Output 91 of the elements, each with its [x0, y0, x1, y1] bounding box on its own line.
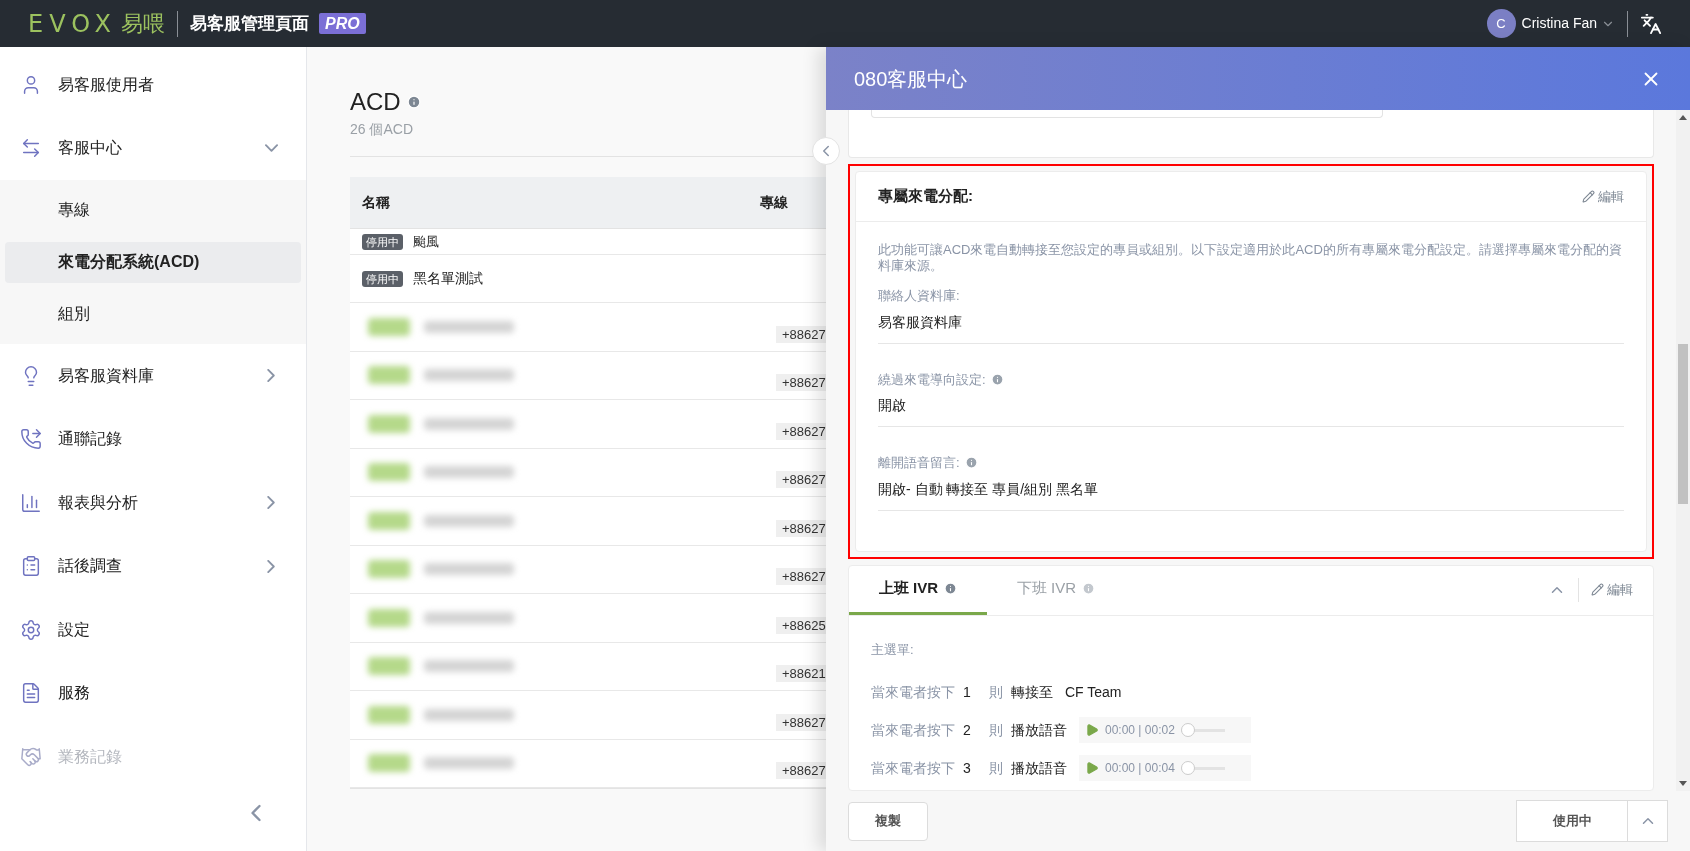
- info-icon[interactable]: [990, 372, 1004, 386]
- then-label: 則: [989, 758, 1004, 778]
- scrollbar-thumb[interactable]: [1678, 344, 1688, 504]
- blurred-status-tag: [368, 754, 410, 773]
- table-cell-text: 黑名單測試: [413, 269, 483, 288]
- key-number: 3: [963, 758, 972, 778]
- scroll-down-icon[interactable]: [1679, 781, 1687, 786]
- edit-button[interactable]: 編輯: [1591, 579, 1633, 600]
- audio-time: 00:00 | 00:04: [1105, 760, 1175, 777]
- then-label: 則: [989, 720, 1004, 740]
- blurred-status-tag: [368, 317, 410, 336]
- chevron-right-icon: [267, 369, 275, 383]
- sidebar-subitem[interactable]: 來電分配系統(ACD): [5, 241, 301, 283]
- page-title: ACD: [350, 87, 401, 117]
- status-tag: 停用中: [362, 233, 403, 250]
- condition-label: 當來電者按下: [871, 720, 956, 740]
- ivr-tab[interactable]: 上班 IVR: [849, 564, 987, 615]
- pro-badge: PRO: [318, 13, 366, 34]
- language-icon[interactable]: [1640, 12, 1662, 35]
- play-icon[interactable]: [1085, 761, 1099, 775]
- column-header: 專線: [760, 193, 788, 212]
- condition-label: 當來電者按下: [871, 682, 956, 702]
- chevron-right-icon: [267, 496, 275, 510]
- transfer-target: CF Team: [1065, 682, 1122, 702]
- sidebar-item[interactable]: 報表與分析: [0, 471, 306, 535]
- sidebar-item[interactable]: 通聯記錄: [0, 407, 306, 471]
- sidebar-subitem[interactable]: 組別: [5, 293, 301, 335]
- blurred-status-tag: [368, 511, 410, 530]
- blurred-status-tag: [368, 608, 410, 627]
- field-value: 開啟: [878, 396, 907, 415]
- phone-icon: [20, 428, 42, 451]
- scroll-up-icon[interactable]: [1679, 115, 1687, 120]
- blurred-status-tag: [368, 657, 410, 676]
- field-value: 開啟- 自動 轉接至 專員/組別 黑名單: [878, 479, 1100, 499]
- info-icon[interactable]: [964, 456, 978, 470]
- chevron-down-icon: [265, 144, 278, 153]
- action-label: 播放語音: [1011, 758, 1067, 778]
- clipboard-icon: [20, 555, 42, 578]
- app-title: 易客服管理頁面: [189, 12, 309, 35]
- menu-label: 主選單:: [871, 640, 915, 659]
- blurred-status-tag: [368, 414, 410, 433]
- transfer-icon: [20, 137, 42, 160]
- field-label: 離開語音留言:: [878, 454, 960, 472]
- sidebar-subitem[interactable]: 專線: [5, 189, 301, 231]
- action-label: 播放語音: [1011, 720, 1067, 740]
- status-menu-button[interactable]: [1628, 800, 1668, 842]
- info-icon: [944, 581, 958, 595]
- scrollbar[interactable]: [1676, 110, 1690, 791]
- sidebar-item[interactable]: 易客服資料庫: [0, 344, 306, 408]
- copy-button[interactable]: 複製: [848, 801, 928, 841]
- document-icon: [20, 682, 42, 705]
- audio-time: 00:00 | 00:02: [1105, 722, 1175, 739]
- settings-icon: [20, 618, 42, 641]
- blurred-status-tag: [368, 705, 410, 724]
- status-tag: 停用中: [362, 270, 403, 287]
- column-header: 名稱: [361, 193, 391, 212]
- info-icon[interactable]: [406, 95, 421, 109]
- blurred-status-tag: [368, 463, 410, 482]
- then-label: 則: [989, 682, 1004, 702]
- pencil-icon: [1591, 583, 1604, 596]
- blurred-status-tag: [368, 366, 410, 385]
- key-number: 1: [963, 682, 972, 702]
- logo-chinese: 易喂: [120, 10, 165, 38]
- pencil-icon: [1582, 190, 1595, 203]
- drawer-title: 080客服中心: [854, 66, 969, 92]
- condition-label: 當來電者按下: [871, 758, 956, 778]
- key-number: 2: [963, 720, 972, 740]
- sidebar-item[interactable]: 設定: [0, 598, 306, 662]
- sidebar-item[interactable]: 話後調查: [0, 534, 306, 598]
- user-avatar[interactable]: C: [1486, 9, 1516, 38]
- info-icon: [1082, 581, 1096, 595]
- edit-button[interactable]: 編輯: [1582, 186, 1624, 207]
- handshake-icon: [20, 745, 42, 768]
- sidebar-item[interactable]: 服務: [0, 661, 306, 725]
- chevron-right-icon: [267, 559, 275, 573]
- blurred-status-tag: [368, 560, 410, 579]
- field-label: 繞過來電導向設定:: [878, 370, 986, 389]
- table-cell-text: 颱風: [413, 232, 439, 251]
- field-value: 易客服資料庫: [878, 312, 963, 332]
- bar-chart-icon: [20, 491, 42, 514]
- action-label: 轉接至: [1011, 682, 1053, 702]
- play-icon[interactable]: [1085, 723, 1099, 737]
- section-title: 專屬來電分配:: [878, 186, 974, 207]
- logo: EVOX: [28, 8, 117, 40]
- sidebar-item[interactable]: 客服中心: [0, 116, 306, 180]
- audio-slider[interactable]: [1180, 761, 1225, 775]
- user-name[interactable]: Cristina Fan: [1521, 13, 1597, 34]
- status-button[interactable]: 使用中: [1516, 800, 1628, 842]
- audio-slider[interactable]: [1180, 723, 1225, 737]
- sidebar-item[interactable]: 易客服使用者: [0, 53, 306, 117]
- page-subtitle: 26 個ACD: [350, 120, 415, 139]
